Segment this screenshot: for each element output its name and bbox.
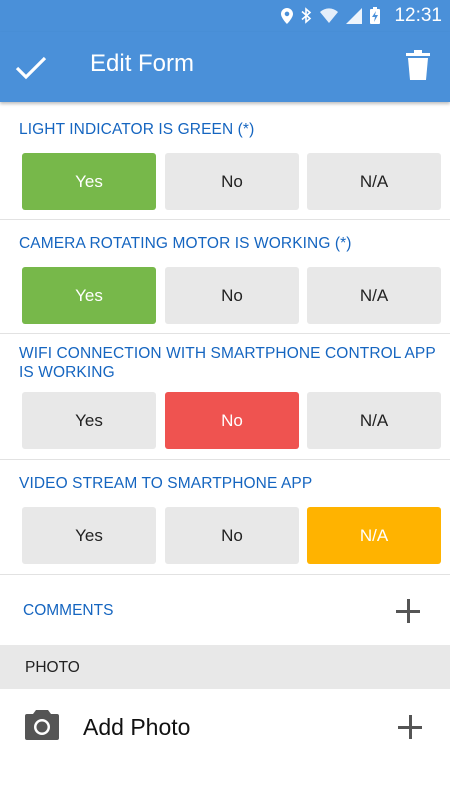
answer-options: Yes No N/A [22,507,442,564]
yes-button[interactable]: Yes [22,507,156,564]
page-title: Edit Form [90,50,195,77]
na-button[interactable]: N/A [307,507,441,564]
question-label: CAMERA ROTATING MOTOR IS WORKING (*) [19,235,352,252]
no-button[interactable]: No [165,153,299,210]
location-icon [281,7,293,24]
signal-icon [346,7,362,24]
status-icons [281,7,380,24]
status-bar: 12:31 [0,0,450,32]
photo-section-header: PHOTO [0,645,450,689]
question-section: WIFI CONNECTION WITH SMARTPHONE CONTROL … [0,334,450,460]
question-label: VIDEO STREAM TO SMARTPHONE APP [19,475,313,492]
no-button[interactable]: No [165,392,299,449]
yes-button[interactable]: Yes [22,267,156,324]
question-section: VIDEO STREAM TO SMARTPHONE APP Yes No N/… [0,460,450,575]
add-photo-plus-icon[interactable] [398,715,422,739]
battery-charging-icon [370,7,380,24]
na-button[interactable]: N/A [307,392,441,449]
confirm-check-icon[interactable] [14,50,48,84]
comments-label: COMMENTS [23,602,114,619]
yes-button[interactable]: Yes [22,392,156,449]
question-label: WIFI CONNECTION WITH SMARTPHONE CONTROL … [19,345,436,381]
no-button[interactable]: No [165,507,299,564]
add-photo-row[interactable]: Add Photo [0,689,450,765]
photo-section-label: PHOTO [25,659,80,676]
add-photo-label: Add Photo [83,714,191,740]
na-button[interactable]: N/A [307,153,441,210]
status-time: 12:31 [394,5,442,26]
answer-options: Yes No N/A [22,153,442,210]
answer-options: Yes No N/A [22,267,442,324]
question-label: LIGHT INDICATOR IS GREEN (*) [19,121,255,138]
wifi-icon [320,8,338,23]
answer-options: Yes No N/A [22,392,442,449]
question-section: LIGHT INDICATOR IS GREEN (*) Yes No N/A [0,102,450,220]
comments-row[interactable]: COMMENTS [0,575,450,645]
question-section: CAMERA ROTATING MOTOR IS WORKING (*) Yes… [0,220,450,334]
no-button[interactable]: No [165,267,299,324]
delete-trash-icon[interactable] [406,50,430,80]
app-bar: Edit Form [0,32,450,102]
bluetooth-icon [301,7,312,24]
yes-button[interactable]: Yes [22,153,156,210]
na-button[interactable]: N/A [307,267,441,324]
camera-icon [25,710,59,740]
add-comment-plus-icon[interactable] [396,599,420,623]
